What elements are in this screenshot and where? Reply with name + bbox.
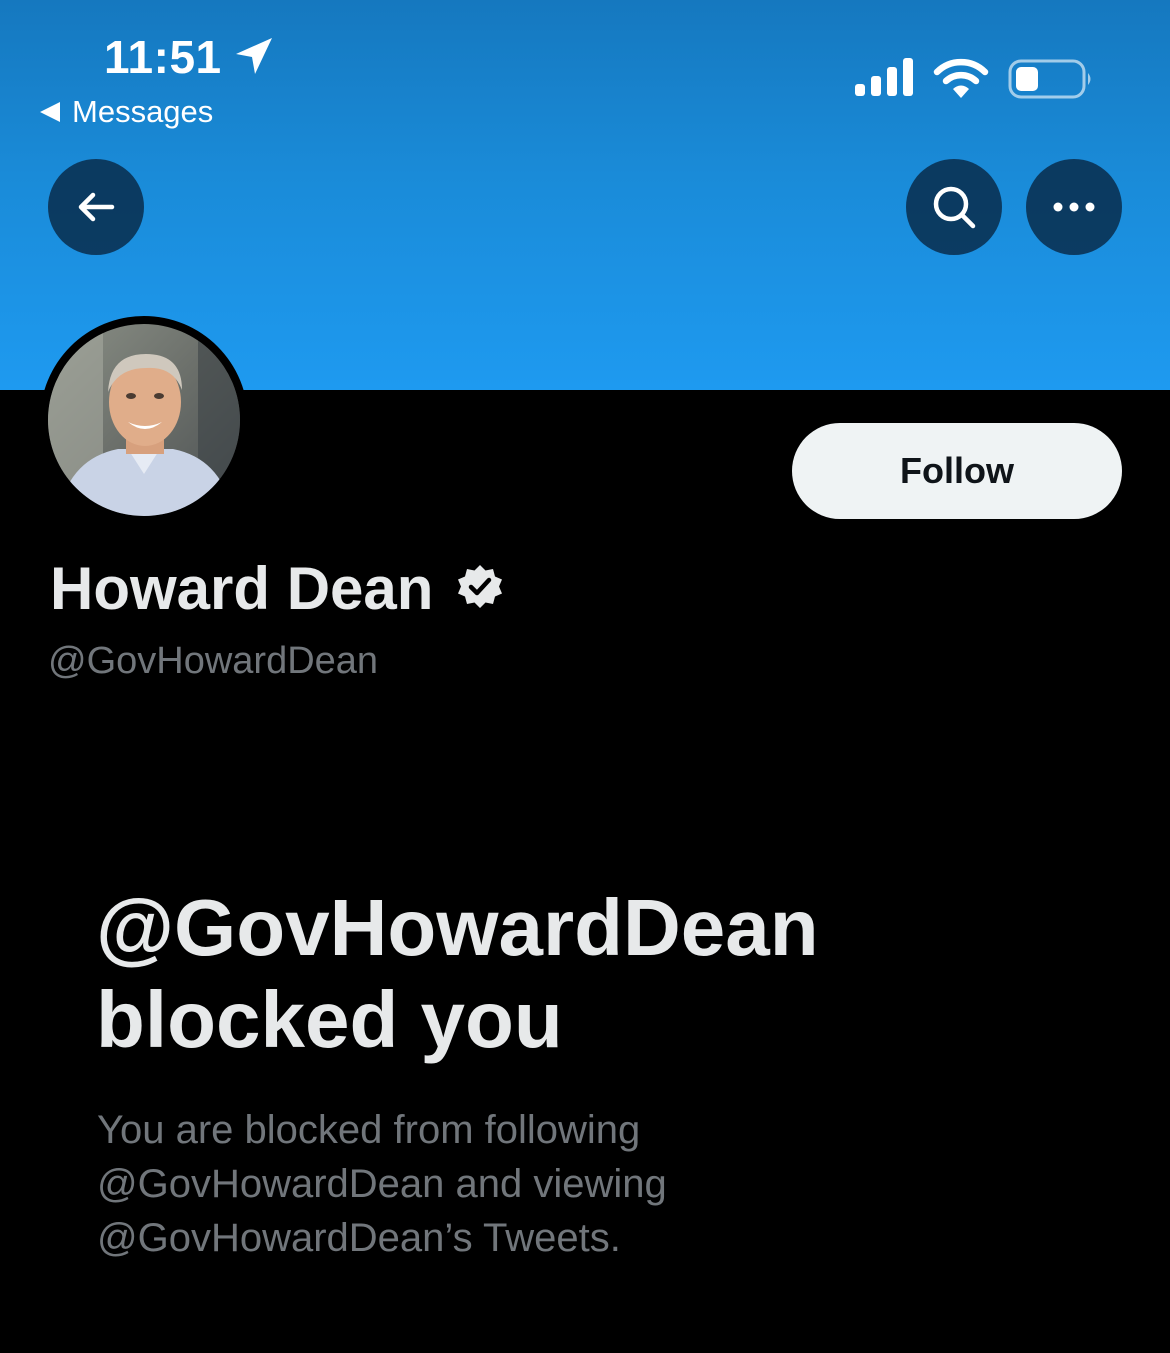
search-button[interactable] (906, 159, 1002, 255)
back-to-app-link[interactable]: Messages (38, 94, 213, 130)
profile-avatar[interactable] (40, 316, 248, 524)
blocked-title: @GovHowardDean blocked you (96, 883, 819, 1064)
back-app-label: Messages (72, 94, 214, 129)
verified-badge-icon[interactable] (455, 563, 505, 613)
more-options-button[interactable] (1026, 159, 1122, 255)
arrow-left-icon (78, 192, 115, 222)
more-options-icon (1053, 202, 1095, 212)
wifi-icon (933, 58, 989, 98)
profile-handle: @GovHowardDean (48, 640, 379, 682)
location-arrow-icon (236, 38, 272, 74)
follow-button[interactable]: Follow (792, 423, 1122, 519)
profile-display-name: Howard Dean (50, 554, 434, 622)
profile-page: 11:51 Messages Follow Howard Dean @GovHo… (0, 0, 1170, 1353)
status-time: 11:51 (104, 31, 222, 83)
cellular-signal-icon (855, 58, 913, 96)
search-icon (933, 186, 976, 229)
avatar-photo (48, 324, 240, 516)
back-triangle-icon (40, 102, 60, 122)
battery-icon (1008, 59, 1091, 99)
back-button[interactable] (48, 159, 144, 255)
blocked-description: You are blocked from following @GovHowar… (97, 1108, 667, 1260)
profile-name-row: Howard Dean (50, 552, 505, 624)
